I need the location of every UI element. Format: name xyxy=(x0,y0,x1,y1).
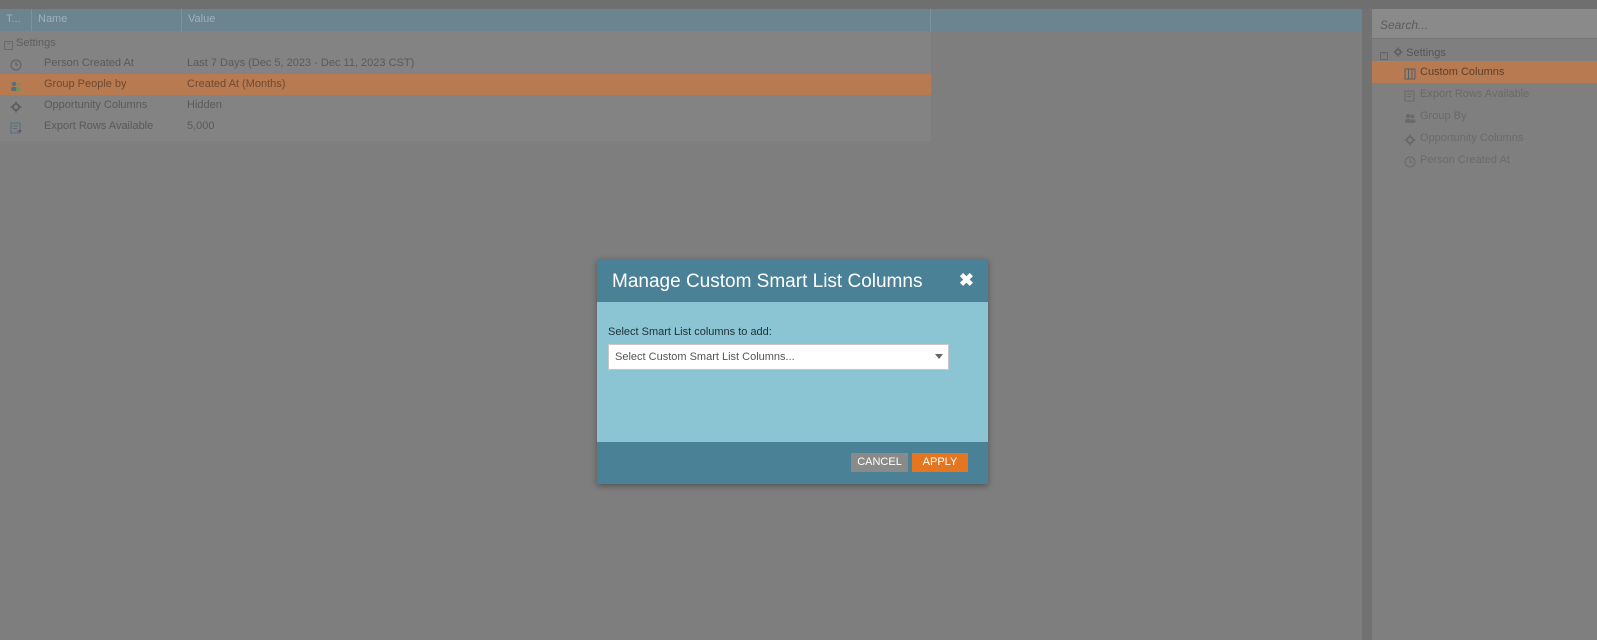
group-label: Settings xyxy=(16,37,56,49)
row-value: Created At (Months) xyxy=(187,78,286,90)
table-row[interactable]: Export Rows Available 5,000 xyxy=(0,116,931,137)
tree-item-opportunity-columns[interactable]: Opportunity Columns xyxy=(1372,127,1597,149)
row-name: Opportunity Columns xyxy=(44,99,148,111)
dialog-body: Select Smart List columns to add: Select… xyxy=(597,302,988,442)
column-header-value[interactable]: Value xyxy=(182,9,931,31)
row-name: Export Rows Available xyxy=(44,120,154,132)
manage-columns-dialog: Manage Custom Smart List Columns ✖ Selec… xyxy=(597,259,988,484)
columns-field-label: Select Smart List columns to add: xyxy=(608,326,772,338)
cancel-button[interactable]: CANCEL xyxy=(851,453,908,472)
clock-icon xyxy=(1404,154,1416,168)
export-icon xyxy=(10,121,22,134)
custom-columns-select[interactable]: Select Custom Smart List Columns... xyxy=(608,344,949,370)
tree-item-person-created-at[interactable]: Person Created At xyxy=(1372,149,1597,171)
custom-columns-icon xyxy=(1404,66,1416,80)
apply-button[interactable]: APPLY xyxy=(912,453,968,472)
tree-item-group-by[interactable]: Group By xyxy=(1372,105,1597,127)
tree-item-label: Group By xyxy=(1420,110,1467,122)
tree-item-label: Person Created At xyxy=(1420,154,1510,166)
collapse-toggle-icon[interactable]: − xyxy=(4,41,13,50)
chevron-down-icon[interactable] xyxy=(935,354,943,359)
tree-item-label: Custom Columns xyxy=(1420,66,1505,78)
tree-item-label: Export Rows Available xyxy=(1420,88,1530,100)
table-row-selected[interactable]: Group People by Created At (Months) xyxy=(0,74,931,95)
select-placeholder: Select Custom Smart List Columns... xyxy=(615,351,795,363)
tree-item-export-rows[interactable]: Export Rows Available xyxy=(1372,83,1597,105)
dialog-footer: CANCEL APPLY xyxy=(597,442,988,484)
dialog-header: Manage Custom Smart List Columns ✖ xyxy=(597,259,988,302)
table-row[interactable]: Opportunity Columns Hidden xyxy=(0,95,931,116)
tree-search-box xyxy=(1372,9,1597,39)
group-header-settings[interactable]: − Settings xyxy=(0,33,56,53)
collapse-toggle-icon[interactable]: − xyxy=(1380,52,1388,60)
dialog-title: Manage Custom Smart List Columns xyxy=(612,271,923,292)
column-header-type[interactable]: T... xyxy=(0,9,32,31)
gear-icon xyxy=(1404,132,1416,146)
close-icon[interactable]: ✖ xyxy=(959,270,974,291)
grid-header: T... Name Value xyxy=(0,9,1362,31)
gear-icon xyxy=(10,100,22,113)
row-value: Hidden xyxy=(187,99,222,111)
table-row[interactable]: Person Created At Last 7 Days (Dec 5, 20… xyxy=(0,53,931,74)
grid-body: − Settings Person Created At Last 7 Days … xyxy=(0,31,931,141)
column-header-name[interactable]: Name xyxy=(32,9,182,31)
group-people-icon xyxy=(10,79,22,91)
row-value: 5,000 xyxy=(187,120,215,132)
tree-root-label: Settings xyxy=(1406,47,1446,59)
panel-splitter[interactable] xyxy=(1362,9,1372,640)
tree-search-input[interactable] xyxy=(1378,14,1592,36)
tree-item-label: Opportunity Columns xyxy=(1420,132,1524,144)
settings-tree-panel: − Settings Custom Columns Export Rows Av… xyxy=(1372,9,1597,640)
tree-root-settings[interactable]: − Settings xyxy=(1380,44,1446,62)
clock-icon xyxy=(10,58,22,71)
export-icon xyxy=(1404,88,1416,102)
row-name: Person Created At xyxy=(44,57,134,69)
tree-item-custom-columns[interactable]: Custom Columns xyxy=(1372,61,1597,83)
row-name: Group People by xyxy=(44,78,127,90)
group-people-icon xyxy=(1404,110,1416,123)
gear-icon xyxy=(1393,47,1403,59)
top-strip xyxy=(0,0,1597,9)
row-value: Last 7 Days (Dec 5, 2023 - Dec 11, 2023 … xyxy=(187,57,415,69)
